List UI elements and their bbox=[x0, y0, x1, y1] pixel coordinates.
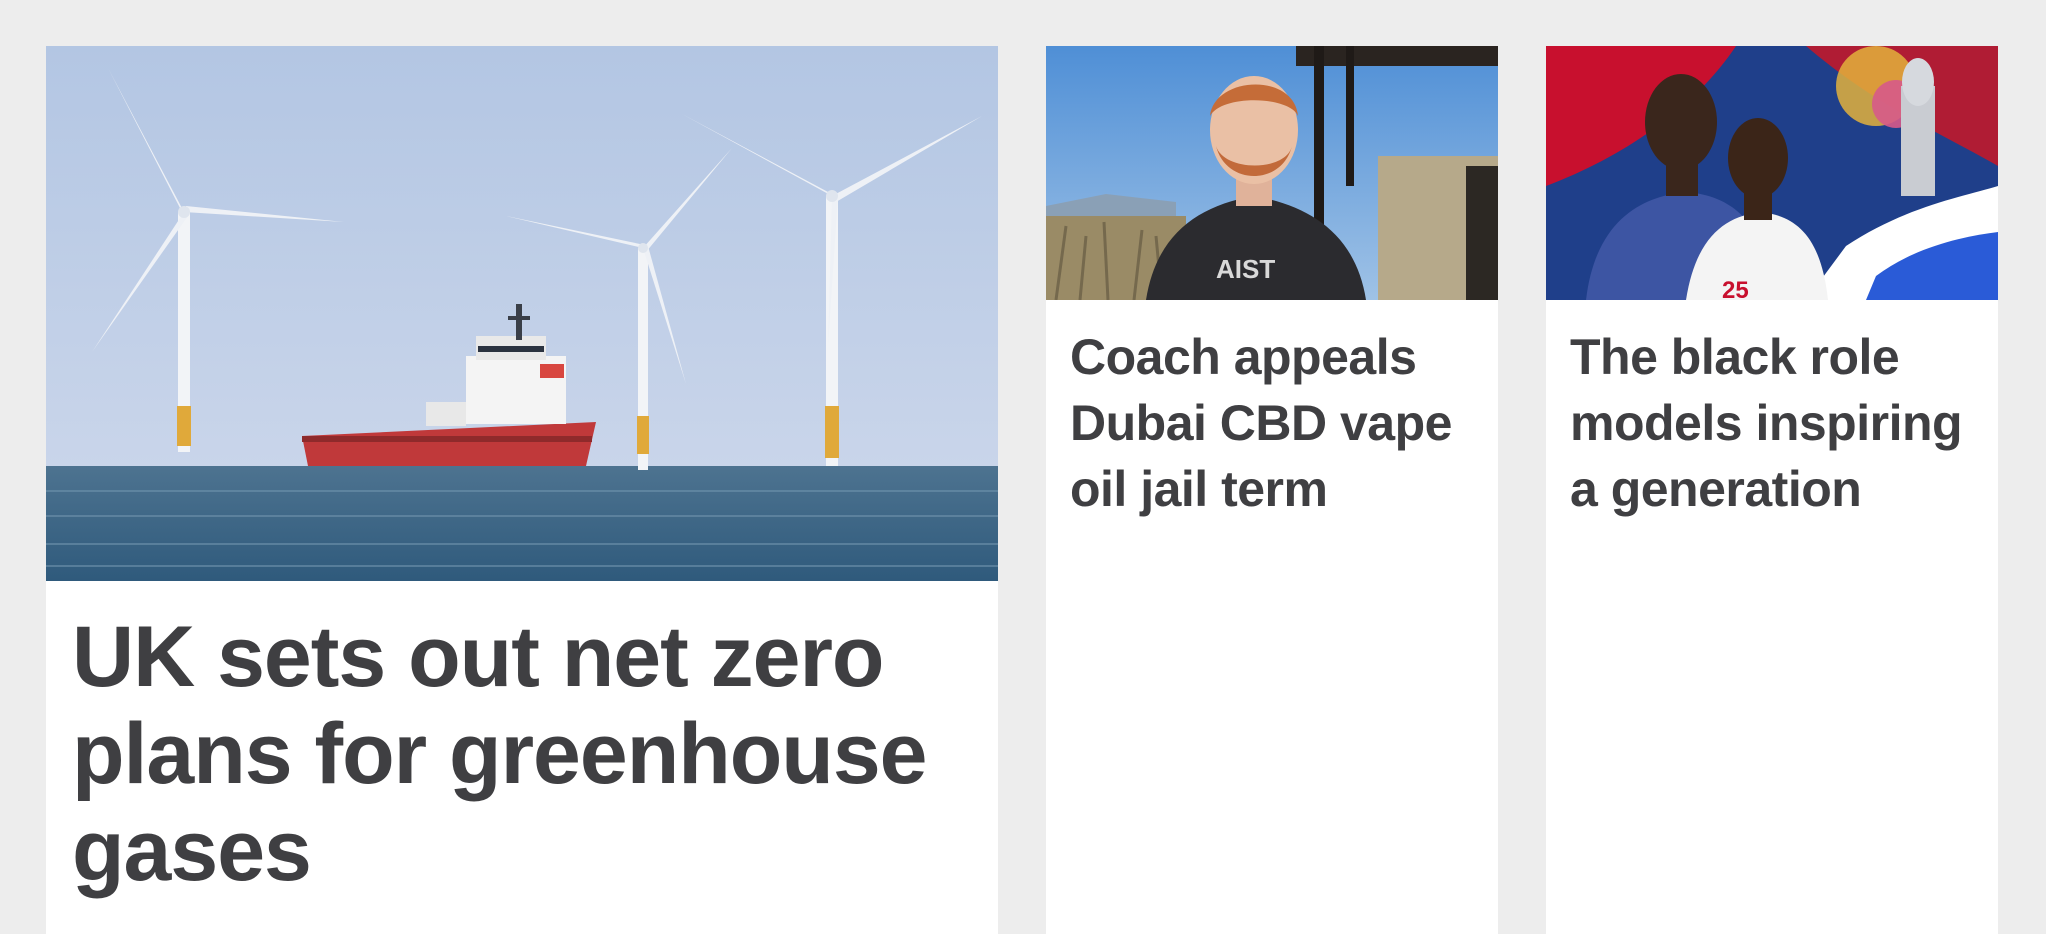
main-story-headline[interactable]: UK sets out net zero plans for greenhous… bbox=[46, 581, 998, 900]
side-story-card-1[interactable]: AIST Coach appeals Dubai CBD vape oil ja… bbox=[1046, 46, 1498, 934]
man-in-hoodie-photo: AIST bbox=[1046, 46, 1498, 300]
side-story-2-headline[interactable]: The black role models inspiring a genera… bbox=[1546, 300, 1998, 522]
svg-text:AIST: AIST bbox=[1216, 254, 1275, 284]
main-story-card[interactable]: UK sets out net zero plans for greenhous… bbox=[46, 46, 998, 934]
side-story-card-2[interactable]: 25 The black role models inspiring a gen… bbox=[1546, 46, 1998, 934]
svg-text:25: 25 bbox=[1722, 277, 1749, 300]
footballers-illustration: 25 bbox=[1546, 46, 1998, 300]
side-story-1-headline[interactable]: Coach appeals Dubai CBD vape oil jail te… bbox=[1046, 300, 1498, 522]
offshore-wind-farm-image bbox=[46, 46, 998, 581]
